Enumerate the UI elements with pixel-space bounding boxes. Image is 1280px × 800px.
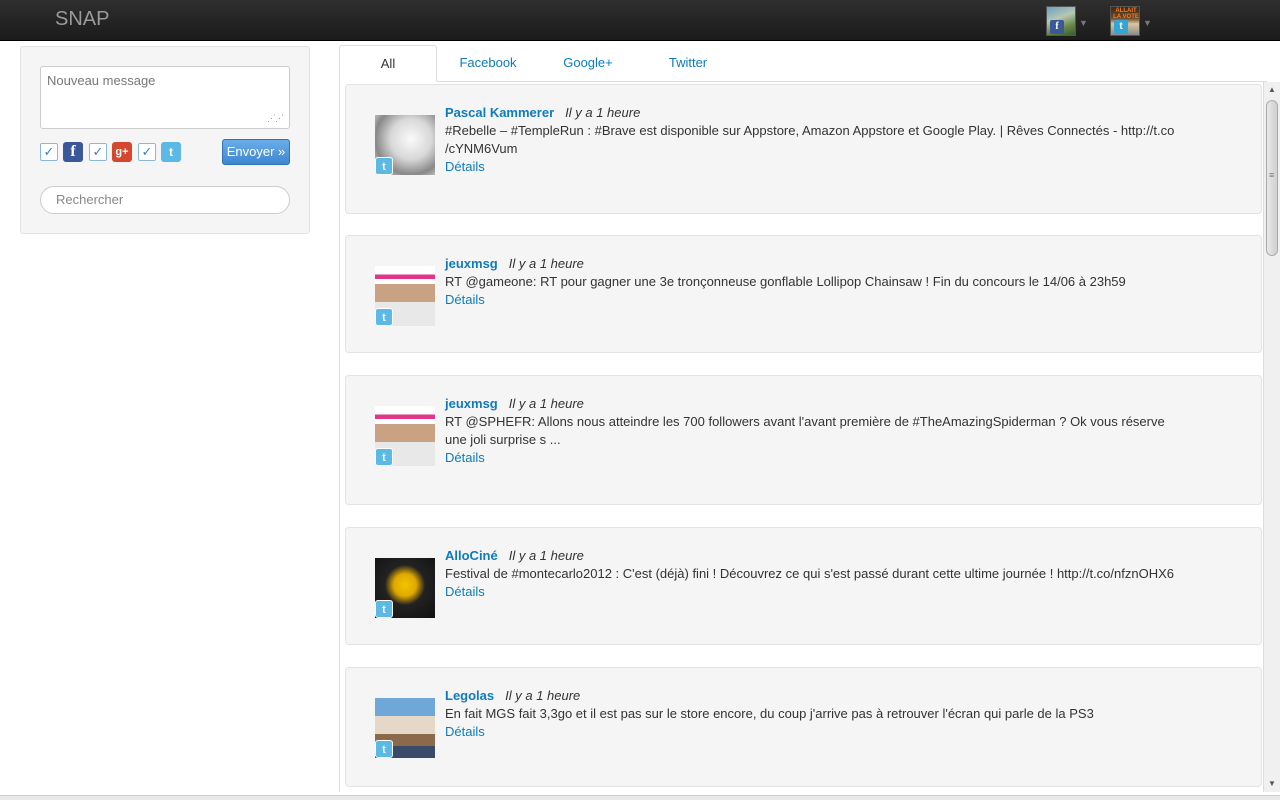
twitter-icon: t (375, 600, 393, 618)
avatar[interactable]: t (375, 698, 435, 758)
twitter-account-avatar[interactable]: ALLAIT LA VOTE t (1110, 6, 1140, 36)
grip-lines-icon: ≡ (1269, 170, 1275, 180)
post-text: #Rebelle – #TempleRun : #Brave est dispo… (445, 123, 1175, 156)
message-placeholder: Nouveau message (47, 73, 156, 88)
google-plus-icon: g+ (112, 142, 132, 162)
post-time: Il y a 1 heure (508, 548, 584, 563)
post-text: RT @gameone: RT pour gagner une 3e tronç… (445, 274, 1126, 289)
avatar[interactable]: t (375, 406, 435, 466)
post-text: En fait MGS fait 3,3go et il est pas sur… (445, 706, 1094, 721)
avatar[interactable]: t (375, 266, 435, 326)
feed-item: t jeuxmsg Il y a 1 heure RT @SPHEFR: Allo… (345, 375, 1262, 505)
resize-grip-icon[interactable]: ⋰⋰ (267, 113, 284, 124)
twitter-icon: t (375, 157, 393, 175)
twitter-checkbox[interactable]: ✓ (138, 143, 156, 161)
avatar-caption: ALLAIT LA VOTE (1113, 8, 1139, 20)
top-navbar: SNAP f ▼ ALLAIT LA VOTE t ▼ (0, 0, 1280, 41)
feed-item: t jeuxmsg Il y a 1 heure RT @gameone: RT … (345, 235, 1262, 353)
google-plus-checkbox[interactable]: ✓ (89, 143, 107, 161)
twitter-icon: t (375, 308, 393, 326)
post-time: Il y a 1 heure (505, 688, 581, 703)
send-button[interactable]: Envoyer » (222, 139, 290, 165)
post-time: Il y a 1 heure (508, 256, 584, 271)
chevron-down-icon[interactable]: ▼ (1079, 18, 1088, 28)
network-tabs: All Facebook Google+ Twitter (339, 45, 1267, 82)
scrollbar-thumb[interactable]: ≡ (1266, 100, 1278, 256)
details-link[interactable]: Détails (445, 449, 1181, 467)
network-selector: ✓ f ✓ g+ ✓ t (40, 142, 187, 162)
tab-facebook[interactable]: Facebook (439, 45, 537, 82)
facebook-icon: f (63, 142, 83, 162)
facebook-account-menu[interactable]: f ▼ (1046, 5, 1088, 37)
feed-list: t Pascal Kammerer Il y a 1 heure #Rebelle… (339, 82, 1267, 792)
post-text: Festival de #montecarlo2012 : C'est (déj… (445, 566, 1174, 581)
avatar[interactable]: t (375, 115, 435, 175)
twitter-account-menu[interactable]: ALLAIT LA VOTE t ▼ (1110, 5, 1152, 37)
facebook-account-avatar[interactable]: f (1046, 6, 1076, 36)
details-link[interactable]: Détails (445, 583, 1181, 601)
facebook-icon: f (1050, 20, 1064, 34)
twitter-icon: t (161, 142, 181, 162)
tab-twitter[interactable]: Twitter (639, 45, 737, 82)
search-input[interactable]: Rechercher (40, 186, 290, 214)
twitter-icon: t (375, 448, 393, 466)
tab-all[interactable]: All (339, 45, 437, 82)
post-author[interactable]: jeuxmsg (445, 256, 498, 271)
feed-scrollbar[interactable]: ▲ ≡ ▼ (1263, 82, 1280, 792)
chevron-down-icon[interactable]: ▼ (1143, 18, 1152, 28)
post-author[interactable]: Pascal Kammerer (445, 105, 554, 120)
feed-item: t Pascal Kammerer Il y a 1 heure #Rebelle… (345, 84, 1262, 214)
post-author[interactable]: AlloCiné (445, 548, 498, 563)
post-author[interactable]: Legolas (445, 688, 494, 703)
post-author[interactable]: jeuxmsg (445, 396, 498, 411)
post-time: Il y a 1 heure (565, 105, 641, 120)
details-link[interactable]: Détails (445, 291, 1181, 309)
tab-google-plus[interactable]: Google+ (539, 45, 637, 82)
details-link[interactable]: Détails (445, 158, 1181, 176)
details-link[interactable]: Détails (445, 723, 1181, 741)
scroll-down-arrow-icon[interactable]: ▼ (1264, 776, 1280, 792)
post-time: Il y a 1 heure (508, 396, 584, 411)
brand-logo[interactable]: SNAP (55, 8, 109, 31)
twitter-icon: t (1114, 20, 1128, 34)
page-footer (0, 795, 1280, 800)
avatar[interactable]: t (375, 558, 435, 618)
feed-item: t AlloCiné Il y a 1 heure Festival de #mo… (345, 527, 1262, 645)
new-message-input[interactable]: Nouveau message ⋰⋰ (40, 66, 290, 129)
scroll-up-arrow-icon[interactable]: ▲ (1264, 82, 1280, 98)
composer-panel: Nouveau message ⋰⋰ ✓ f ✓ g+ ✓ t Envoyer … (20, 46, 310, 234)
feed-item: t Legolas Il y a 1 heure En fait MGS fait… (345, 667, 1262, 787)
twitter-icon: t (375, 740, 393, 758)
post-text: RT @SPHEFR: Allons nous atteindre les 70… (445, 414, 1165, 447)
facebook-checkbox[interactable]: ✓ (40, 143, 58, 161)
